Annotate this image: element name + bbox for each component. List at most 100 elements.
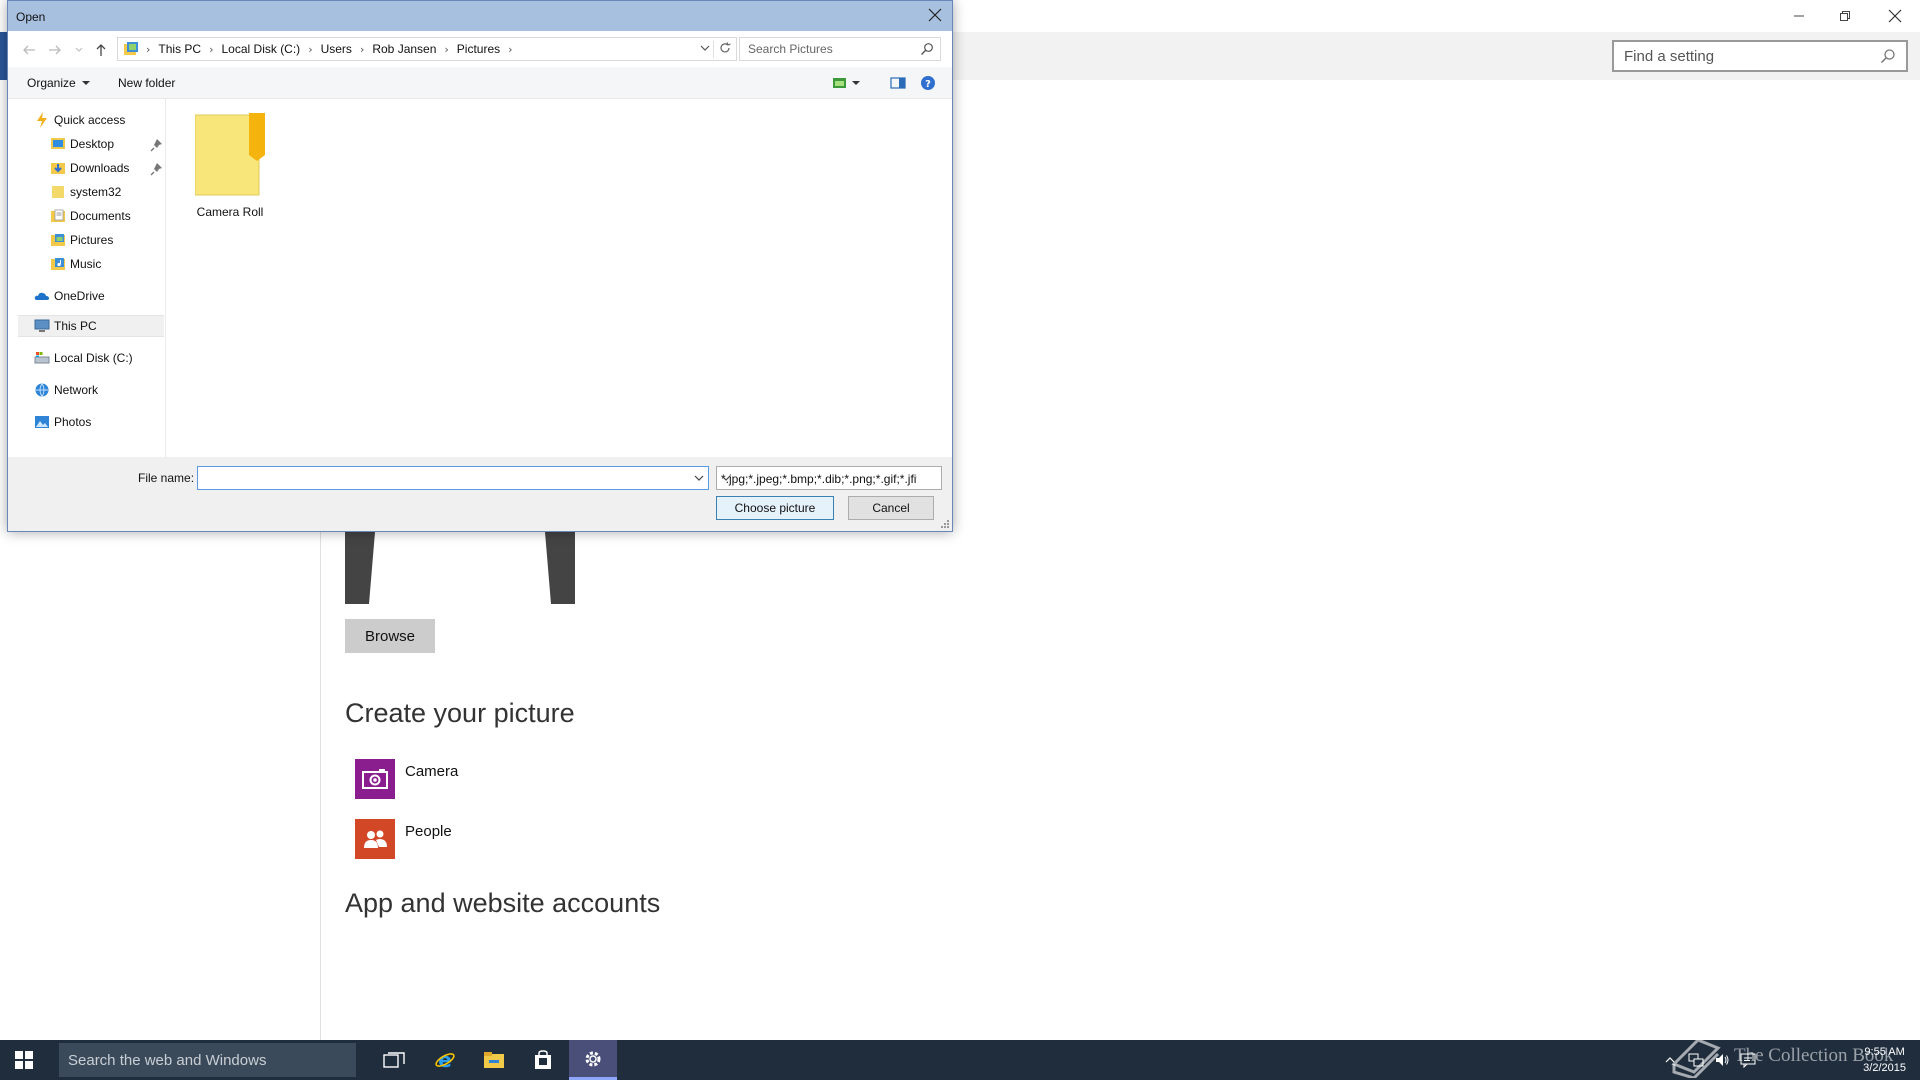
action-center-button[interactable]	[1740, 1052, 1756, 1068]
arrow-up-icon	[96, 44, 106, 56]
new-folder-button[interactable]: New folder	[118, 76, 175, 90]
preview-pane-button[interactable]	[888, 74, 908, 92]
recent-locations-button[interactable]	[70, 41, 88, 59]
settings-close-button[interactable]	[1872, 0, 1918, 32]
settings-taskbar-button[interactable]	[569, 1040, 617, 1080]
nav-label: Quick access	[54, 113, 126, 127]
internet-explorer-icon: e	[435, 1049, 455, 1071]
nav-label: Downloads	[70, 161, 130, 175]
back-button[interactable]	[20, 41, 38, 59]
forward-button[interactable]	[46, 41, 64, 59]
chevron-down-icon	[694, 475, 704, 481]
file-name-dropdown[interactable]	[694, 472, 704, 486]
change-view-button[interactable]	[830, 74, 864, 92]
nav-label: Network	[54, 383, 99, 397]
nav-quick-access[interactable]: Quick access	[34, 109, 125, 131]
organize-label: Organize	[27, 76, 76, 90]
people-tile	[355, 819, 395, 859]
breadcrumb-separator: ›	[308, 42, 313, 56]
breadcrumb-users[interactable]: Users	[317, 42, 356, 56]
nav-network[interactable]: Network	[34, 379, 98, 401]
refresh-button[interactable]	[713, 41, 732, 58]
restore-button[interactable]	[1822, 0, 1868, 32]
onedrive-icon	[34, 288, 50, 304]
address-dropdown-button[interactable]	[700, 42, 710, 56]
navigation-pane: Quick access Desktop Downloads system32 …	[8, 99, 166, 457]
file-type-select[interactable]: *.jpg;*.jpeg;*.bmp;*.dib;*.png;*.gif;*.j…	[716, 466, 942, 490]
open-dialog: Open › This PC › Local Disk (C:) › Users	[7, 0, 953, 532]
search-icon	[921, 43, 933, 55]
avatar-silhouette	[345, 532, 575, 604]
breadcrumb-pictures[interactable]: Pictures	[453, 42, 504, 56]
taskbar-clock[interactable]: 9:55 AM 3/2/2015	[1863, 1044, 1906, 1076]
svg-text:?: ?	[925, 79, 931, 90]
network-tray-button[interactable]	[1688, 1052, 1704, 1068]
nav-label: This PC	[54, 319, 97, 333]
task-view-button[interactable]	[370, 1040, 418, 1080]
store-icon	[535, 1050, 551, 1069]
breadcrumb-separator: ›	[209, 42, 214, 56]
up-button[interactable]	[92, 41, 110, 59]
dialog-close-button[interactable]	[918, 1, 952, 29]
create-people-item[interactable]: People	[355, 819, 452, 859]
create-picture-heading: Create your picture	[345, 698, 575, 728]
resize-grip-icon[interactable]	[940, 519, 950, 529]
start-button[interactable]	[0, 1040, 48, 1080]
file-explorer-button[interactable]	[470, 1040, 518, 1080]
choose-picture-button[interactable]: Choose picture	[716, 496, 834, 520]
cancel-button[interactable]: Cancel	[848, 496, 934, 520]
breadcrumb-separator: ›	[146, 42, 151, 56]
breadcrumb-rob-jansen[interactable]: Rob Jansen	[368, 42, 440, 56]
pin-icon[interactable]	[150, 138, 164, 152]
photos-icon	[34, 414, 50, 430]
create-camera-item[interactable]: Camera	[355, 759, 458, 799]
organize-button[interactable]: Organize	[27, 76, 91, 90]
nav-system32[interactable]: system32	[50, 181, 121, 203]
file-name-input[interactable]	[202, 470, 682, 486]
search-pictures-input[interactable]	[748, 42, 908, 56]
nav-label: Pictures	[70, 233, 114, 247]
system-tray: 9:55 AM 3/2/2015	[1660, 1040, 1920, 1080]
address-bar[interactable]: › This PC › Local Disk (C:) › Users › Ro…	[117, 37, 737, 61]
settings-icon	[585, 1051, 601, 1066]
help-button[interactable]: ?	[918, 74, 938, 92]
arrow-left-icon	[23, 45, 35, 55]
breadcrumb-local-disk[interactable]: Local Disk (C:)	[218, 42, 305, 56]
file-type-dropdown[interactable]	[721, 472, 917, 486]
search-pictures-box[interactable]	[739, 37, 941, 61]
nav-local-disk[interactable]: Local Disk (C:)	[34, 347, 133, 369]
clock-date: 3/2/2015	[1863, 1062, 1906, 1074]
nav-pictures[interactable]: Pictures	[50, 229, 113, 251]
nav-desktop[interactable]: Desktop	[50, 133, 114, 155]
minimize-icon	[1794, 15, 1804, 17]
file-name-combobox[interactable]	[197, 466, 709, 490]
nav-photos[interactable]: Photos	[34, 411, 91, 433]
pin-icon[interactable]	[150, 162, 164, 176]
dialog-title: Open	[16, 10, 46, 24]
taskbar-search-box[interactable]	[59, 1043, 356, 1077]
internet-explorer-button[interactable]: e	[421, 1040, 469, 1080]
nav-downloads[interactable]: Downloads	[50, 157, 129, 179]
svg-text:e: e	[438, 1049, 452, 1071]
nav-music[interactable]: Music	[50, 253, 101, 275]
nav-onedrive[interactable]: OneDrive	[34, 285, 105, 307]
music-icon	[50, 256, 66, 272]
breadcrumb-this-pc[interactable]: This PC	[154, 42, 205, 56]
arrow-right-icon	[49, 45, 61, 55]
nav-this-pc[interactable]: This PC	[18, 315, 164, 337]
taskbar-search-input[interactable]	[68, 1051, 348, 1069]
folder-item-camera-roll[interactable]: Camera Roll	[192, 113, 268, 225]
help-icon: ?	[921, 76, 935, 90]
minimize-button[interactable]	[1776, 0, 1822, 32]
show-hidden-icons-button[interactable]	[1662, 1052, 1678, 1068]
store-button[interactable]	[519, 1040, 567, 1080]
address-row: › This PC › Local Disk (C:) › Users › Ro…	[8, 31, 952, 67]
find-setting-box[interactable]	[1612, 40, 1908, 72]
desktop-icon	[50, 136, 66, 152]
pictures-icon	[50, 232, 66, 248]
volume-tray-button[interactable]	[1714, 1052, 1730, 1068]
browse-button[interactable]: Browse	[345, 619, 435, 653]
message-icon	[1740, 1053, 1756, 1068]
find-setting-input[interactable]	[1624, 47, 1864, 65]
nav-documents[interactable]: Documents	[50, 205, 131, 227]
